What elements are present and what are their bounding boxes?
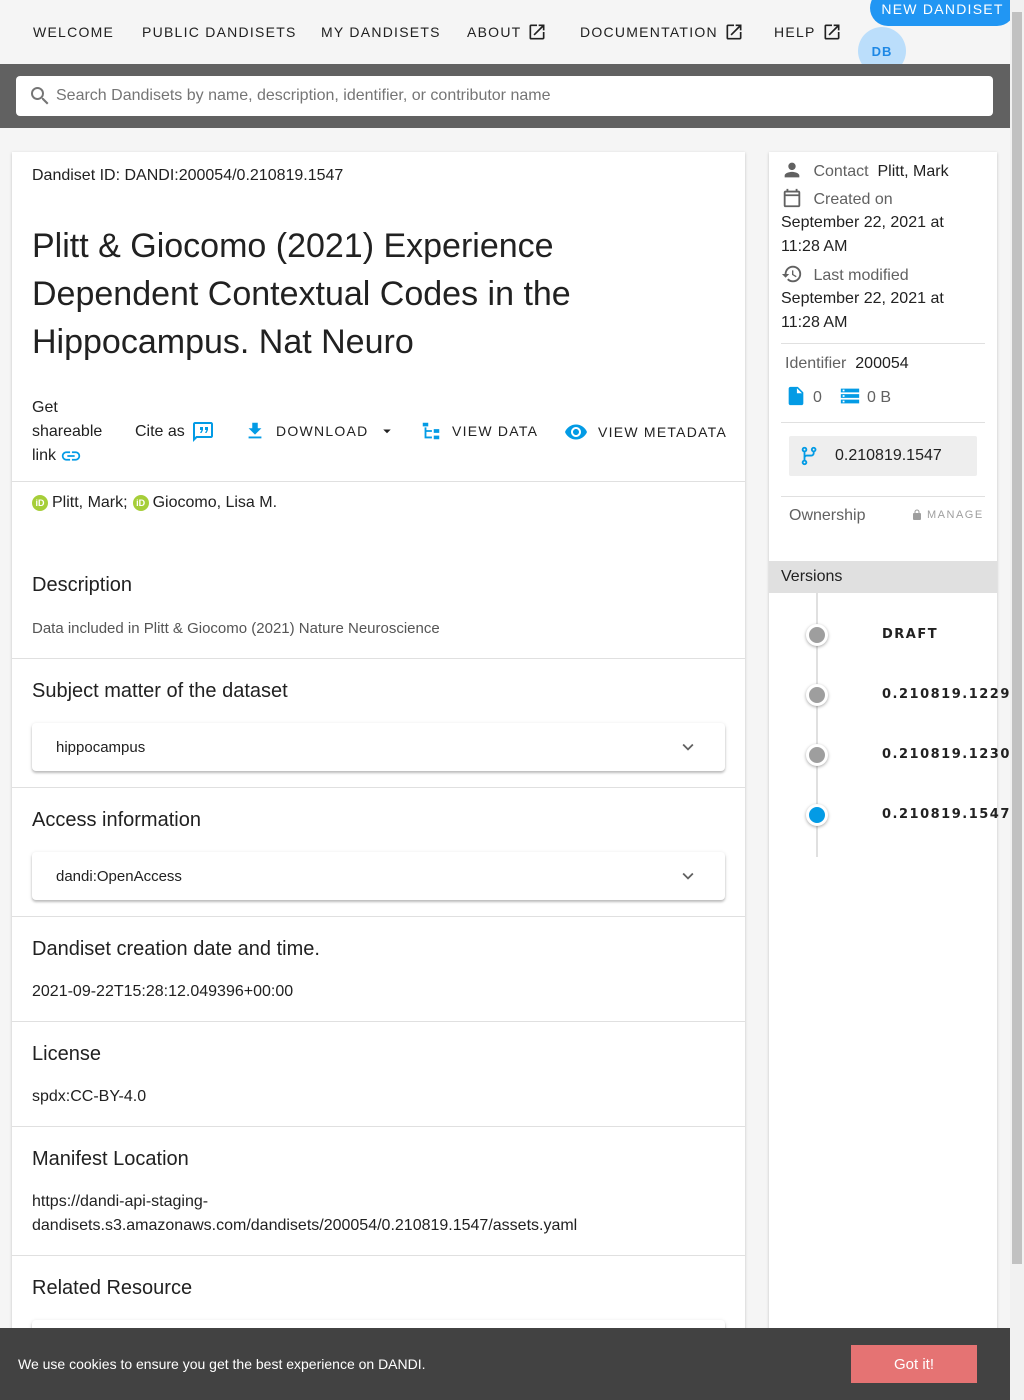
calendar-icon — [783, 188, 801, 208]
person-icon — [784, 162, 800, 178]
identifier-row: Identifier 200054 — [785, 355, 909, 372]
cookie-accept-button[interactable]: Got it! — [851, 1345, 977, 1383]
dataset-size: 0 B — [839, 385, 891, 410]
created-value-1: September 22, 2021 at — [781, 214, 944, 231]
ownership-label: Ownership — [789, 507, 866, 524]
description-text: Data included in Plitt & Giocomo (2021) … — [32, 620, 440, 637]
file-icon — [788, 386, 804, 406]
license-value: spdx:CC-BY-4.0 — [32, 1088, 147, 1105]
lock-icon — [913, 509, 921, 520]
search-icon — [31, 87, 49, 105]
caret-down-icon — [383, 429, 392, 434]
divider — [781, 496, 985, 497]
subject-expander[interactable]: hippocampus — [32, 723, 725, 771]
manifest-heading: Manifest Location — [32, 1148, 189, 1170]
external-link-icon — [824, 24, 840, 40]
modified-value-1: September 22, 2021 at — [781, 290, 944, 307]
nav-welcome[interactable]: WELCOME — [33, 22, 114, 42]
access-expander[interactable]: dandi:OpenAccess — [32, 852, 725, 900]
description-heading: Description — [32, 574, 133, 596]
external-link-icon — [726, 24, 742, 40]
cookie-text: We use cookies to ensure you get the bes… — [18, 1356, 426, 1372]
file-count: 0 — [785, 385, 822, 410]
license-heading: License — [32, 1043, 101, 1065]
divider — [12, 916, 745, 917]
divider — [781, 343, 985, 344]
access-value: dandi:OpenAccess — [56, 867, 182, 885]
divider — [12, 1255, 745, 1256]
subject-value: hippocampus — [56, 738, 146, 756]
top-nav: WELCOME PUBLIC DANDISETS MY DANDISETS AB… — [0, 0, 1015, 75]
nav-public-dandisets[interactable]: PUBLIC DANDISETS — [142, 22, 297, 42]
access-heading: Access information — [32, 809, 201, 831]
contributor: Plitt, Mark; — [52, 494, 128, 511]
version-dot[interactable] — [806, 624, 828, 646]
version-dot[interactable] — [806, 804, 828, 826]
contributor: Giocomo, Lisa M. — [152, 494, 278, 511]
versions-heading: Versions — [769, 561, 997, 593]
cookie-banner: We use cookies to ensure you get the bes… — [0, 1328, 1010, 1400]
eye-icon — [565, 424, 587, 440]
divider — [12, 481, 745, 482]
new-dandiset-button[interactable]: NEW DANDISET — [870, 0, 1015, 26]
history-icon — [781, 265, 802, 283]
version-item[interactable]: 0.210819.1229 — [882, 687, 1011, 702]
search-bar — [0, 64, 1010, 128]
creation-heading: Dandiset creation date and time. — [32, 938, 320, 960]
link-icon — [62, 451, 81, 461]
scrollbar-thumb[interactable] — [1012, 12, 1022, 1264]
version-dot[interactable] — [806, 684, 828, 706]
manifest-value-line-1: https://dandi-api-staging- — [32, 1193, 209, 1210]
download-icon — [248, 422, 262, 439]
orcid-icon[interactable]: iD — [132, 495, 149, 511]
divider — [781, 422, 985, 423]
action-bar: Get shareable link Cite as DOWNLOAD VIEW… — [12, 392, 745, 467]
version-item[interactable]: DRAFT — [882, 627, 938, 642]
version-item[interactable]: 0.210819.1547 — [882, 807, 1011, 822]
dandiset-id: Dandiset ID: DANDI:200054/0.210819.1547 — [32, 167, 344, 184]
version-item[interactable]: 0.210819.1230 — [882, 747, 1011, 762]
download-button[interactable]: DOWNLOAD — [244, 420, 396, 442]
manifest-value-line-2: dandisets.s3.amazonaws.com/dandisets/200… — [32, 1217, 578, 1234]
dandiset-side-panel: Contact Plitt, Mark Created on September… — [769, 152, 1009, 1400]
version-dot[interactable] — [806, 744, 828, 766]
created-value-2: 11:28 AM — [781, 238, 848, 255]
current-version[interactable]: 0.210819.1547 — [789, 436, 977, 476]
modified-value-2: 11:28 AM — [781, 314, 848, 331]
divider — [12, 1126, 745, 1127]
nav-about[interactable]: ABOUT — [467, 22, 547, 42]
divider — [12, 787, 745, 788]
search-box — [16, 76, 993, 116]
subject-heading: Subject matter of the dataset — [32, 680, 288, 702]
nav-my-dandisets[interactable]: MY DANDISETS — [321, 22, 441, 42]
page-title: Plitt & Giocomo (2021) Experience Depend… — [32, 227, 571, 361]
view-metadata-button[interactable]: VIEW METADATA — [564, 420, 727, 444]
chevron-down-icon — [682, 872, 694, 880]
nav-help[interactable]: HELP — [774, 22, 842, 42]
creation-value: 2021-09-22T15:28:12.049396+00:00 — [32, 983, 294, 1000]
contact-row: Contact Plitt, Mark — [781, 159, 949, 184]
divider — [12, 658, 745, 659]
quote-icon — [192, 422, 213, 442]
modified-row: Last modified — [781, 263, 909, 288]
related-resource-heading: Related Resource — [32, 1277, 193, 1299]
created-row: Created on — [781, 187, 893, 212]
external-link-icon — [529, 24, 545, 40]
dandiset-main-card: Dandiset ID: DANDI:200054/0.210819.1547 … — [12, 152, 745, 1400]
orcid-icon[interactable]: iD — [32, 495, 48, 511]
branch-icon — [801, 446, 817, 466]
chevron-down-icon — [682, 743, 694, 751]
manage-button[interactable]: MANAGE — [911, 509, 984, 521]
storage-icon — [840, 388, 860, 404]
file-tree-icon — [422, 422, 440, 440]
divider — [12, 1021, 745, 1022]
view-data-button[interactable]: VIEW DATA — [420, 420, 538, 442]
search-input[interactable] — [56, 87, 956, 105]
nav-documentation[interactable]: DOCUMENTATION — [580, 22, 744, 42]
shareable-link-button[interactable]: Get shareable link — [32, 396, 112, 468]
contributor-list: iD Plitt, Mark; iD Giocomo, Lisa M. — [32, 494, 277, 512]
cite-as-label: Cite as — [135, 423, 185, 440]
cite-as-button[interactable]: Cite as — [135, 420, 215, 444]
